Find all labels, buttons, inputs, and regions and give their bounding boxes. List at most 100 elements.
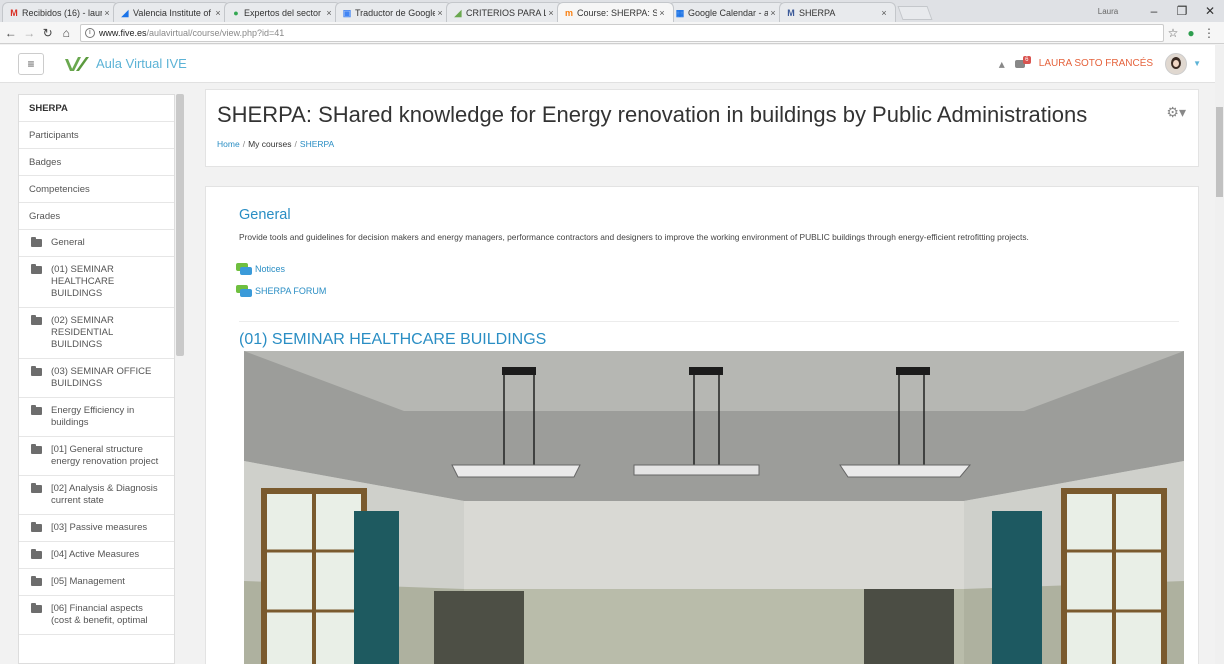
folder-icon	[31, 576, 42, 586]
sidebar-section-label: Energy Efficiency in buildings	[51, 405, 135, 428]
sidebar-section-label: [05] Management	[51, 576, 125, 587]
menu-toggle-button[interactable]: ≡	[18, 52, 44, 75]
browser-tab[interactable]: ◢ Valencia Institute of Buil×	[113, 2, 230, 22]
reload-icon[interactable]: ↻	[40, 26, 55, 40]
sidebar-section-item[interactable]: (03) SEMINAR OFFICE BUILDINGS	[19, 359, 174, 398]
forward-icon[interactable]: →	[21, 26, 36, 40]
sidebar-scrollbar[interactable]	[176, 94, 184, 356]
sidebar-section-label: [02] Analysis & Diagnosis current state	[51, 483, 158, 506]
window-controls: Laura – ❐ ✕	[1094, 0, 1224, 22]
browser-tab[interactable]: m Course: SHERPA: SHared×	[557, 2, 674, 22]
breadcrumb-course[interactable]: SHERPA	[300, 139, 334, 149]
activity-notices-label: Notices	[255, 264, 286, 274]
page-header: SHERPA: SHared knowledge for Energy reno…	[205, 89, 1199, 167]
extension-icon[interactable]: ●	[1182, 26, 1200, 40]
sidebar-section-label: (01) SEMINAR HEALTHCARE BUILDINGS	[51, 264, 115, 299]
close-tab-icon[interactable]: ×	[102, 8, 112, 18]
breadcrumb-home[interactable]: Home	[217, 139, 240, 149]
ive-icon: ◢	[121, 7, 129, 18]
section-01-title[interactable]: (01) SEMINAR HEALTHCARE BUILDINGS	[239, 331, 546, 349]
close-tab-icon[interactable]: ×	[213, 8, 223, 18]
browser-tab-title: Google Calendar - abril	[688, 7, 768, 18]
close-tab-icon[interactable]: ×	[879, 8, 889, 18]
browser-tab[interactable]: Μ SHERPA ×	[779, 2, 896, 22]
url-input[interactable]: i www.five.es/aulavirtual/course/view.ph…	[79, 23, 1164, 42]
url-host: www.five.es	[98, 27, 147, 38]
browser-tab-title: Course: SHERPA: SHared	[577, 7, 657, 18]
new-tab-button[interactable]	[897, 6, 933, 20]
sidebar-section-label: General	[51, 237, 85, 248]
info-icon[interactable]: i	[84, 27, 95, 38]
browser-tab[interactable]: ● Expertos del sector hipo×	[224, 2, 341, 22]
sidebar-section-item[interactable]: [06] Financial aspects (cost & benefit, …	[19, 596, 174, 635]
restore-icon[interactable]: ❐	[1168, 4, 1196, 18]
activity-forum-label: SHERPA FORUM	[255, 286, 327, 296]
ive-logo-icon	[65, 56, 89, 71]
sidebar-section-label: (03) SEMINAR OFFICE BUILDINGS	[51, 366, 152, 389]
hamburger-icon: ≡	[27, 56, 35, 71]
sidebar-item-badges[interactable]: Badges	[19, 149, 174, 176]
sidebar-section-item[interactable]: (02) SEMINAR RESIDENTIAL BUILDINGS	[19, 308, 174, 359]
close-tab-icon[interactable]: ×	[546, 8, 556, 18]
browser-tab-title: Traductor de Google	[355, 7, 435, 18]
forum-icon	[236, 263, 252, 275]
close-tab-icon[interactable]: ×	[324, 8, 334, 18]
browser-tab[interactable]: M Recibidos (16) - laurashy×	[2, 2, 119, 22]
folder-icon	[31, 237, 42, 247]
browser-tab[interactable]: ◢ CRITERIOS PARA LA INS×	[446, 2, 563, 22]
folder-icon	[31, 405, 42, 415]
page-scrollbar-thumb[interactable]	[1216, 107, 1223, 197]
sidebar-section-item[interactable]: [01] General structure energy renovation…	[19, 437, 174, 476]
sidebar-item-competencies[interactable]: Competencies	[19, 176, 174, 203]
browser-tab-bar: MRecibidos (16) - laurashy×◢Valencia Ins…	[0, 0, 1224, 22]
back-icon[interactable]: ←	[3, 26, 18, 40]
browser-tab-title: Recibidos (16) - laurashy	[22, 7, 102, 18]
sidebar-section-item[interactable]: [03] Passive measures	[19, 515, 174, 542]
message-count-badge: 6	[1022, 55, 1031, 64]
close-tab-icon[interactable]: ×	[657, 8, 667, 18]
browser-tab[interactable]: ▦Google Calendar - abril×	[668, 2, 785, 22]
section-general-title[interactable]: General	[239, 207, 291, 223]
close-tab-icon[interactable]: ×	[768, 8, 778, 18]
chevron-down-icon[interactable]: ▼	[1193, 59, 1201, 68]
breadcrumb-my-courses[interactable]: My courses	[248, 139, 291, 149]
browser-menu-icon[interactable]: ⋮	[1200, 26, 1218, 40]
sidebar-item-sherpa[interactable]: SHERPA	[19, 95, 174, 122]
profile-label[interactable]: Laura	[1094, 7, 1122, 16]
minimize-icon[interactable]: –	[1140, 4, 1168, 18]
close-tab-icon[interactable]: ×	[435, 8, 445, 18]
url-path: /aulavirtual/course/view.php?id=41	[146, 27, 285, 38]
sidebar-item-participants[interactable]: Participants	[19, 122, 174, 149]
page-scrollbar[interactable]	[1215, 45, 1224, 664]
home-icon[interactable]: ⌂	[58, 26, 73, 40]
activity-notices[interactable]: Notices	[236, 263, 285, 275]
page-title: SHERPA: SHared knowledge for Energy reno…	[217, 102, 1088, 127]
sidebar-section-item[interactable]: (01) SEMINAR HEALTHCARE BUILDINGS	[19, 257, 174, 308]
browser-tab[interactable]: ▣ Traductor de Google ×	[335, 2, 452, 22]
sherpa-icon: Μ	[787, 7, 795, 18]
sidebar-section-item[interactable]: [04] Active Measures	[19, 542, 174, 569]
gmail-icon: M	[10, 7, 18, 18]
sidebar-section-item[interactable]: General	[19, 230, 174, 257]
messages-icon[interactable]: 6	[1014, 55, 1031, 70]
sidebar-section-item[interactable]: [05] Management	[19, 569, 174, 596]
bookmark-star-icon[interactable]: ☆	[1164, 26, 1182, 40]
course-content: General Provide tools and guidelines for…	[205, 186, 1199, 664]
section-general-summary: Provide tools and guidelines for decisio…	[239, 232, 1029, 242]
moodle-icon: m	[564, 7, 573, 18]
sidebar-section-item[interactable]: Energy Efficiency in buildings	[19, 398, 174, 437]
globe-icon: ●	[233, 7, 239, 18]
activity-sherpa-forum[interactable]: SHERPA FORUM	[236, 285, 326, 297]
notifications-bell-icon[interactable]: ▴	[999, 57, 1005, 71]
close-window-icon[interactable]: ✕	[1196, 4, 1224, 18]
user-name[interactable]: LAURA SOTO FRANCÉS	[1039, 58, 1153, 69]
brand-name: Aula Virtual IVE	[96, 56, 187, 71]
avatar[interactable]	[1165, 52, 1188, 75]
translate-icon: ▣	[342, 7, 352, 18]
sidebar-item-grades[interactable]: Grades	[19, 203, 174, 230]
breadcrumb: Home / My courses / SHERPA	[217, 139, 335, 149]
site-navbar: ≡ Aula Virtual IVE ▴ 6 LAURA SOTO FRANCÉ…	[0, 45, 1215, 83]
gear-icon[interactable]: ⚙▾	[1166, 104, 1186, 121]
sidebar-section-item[interactable]: [02] Analysis & Diagnosis current state	[19, 476, 174, 515]
brand-link[interactable]: Aula Virtual IVE	[64, 55, 187, 73]
